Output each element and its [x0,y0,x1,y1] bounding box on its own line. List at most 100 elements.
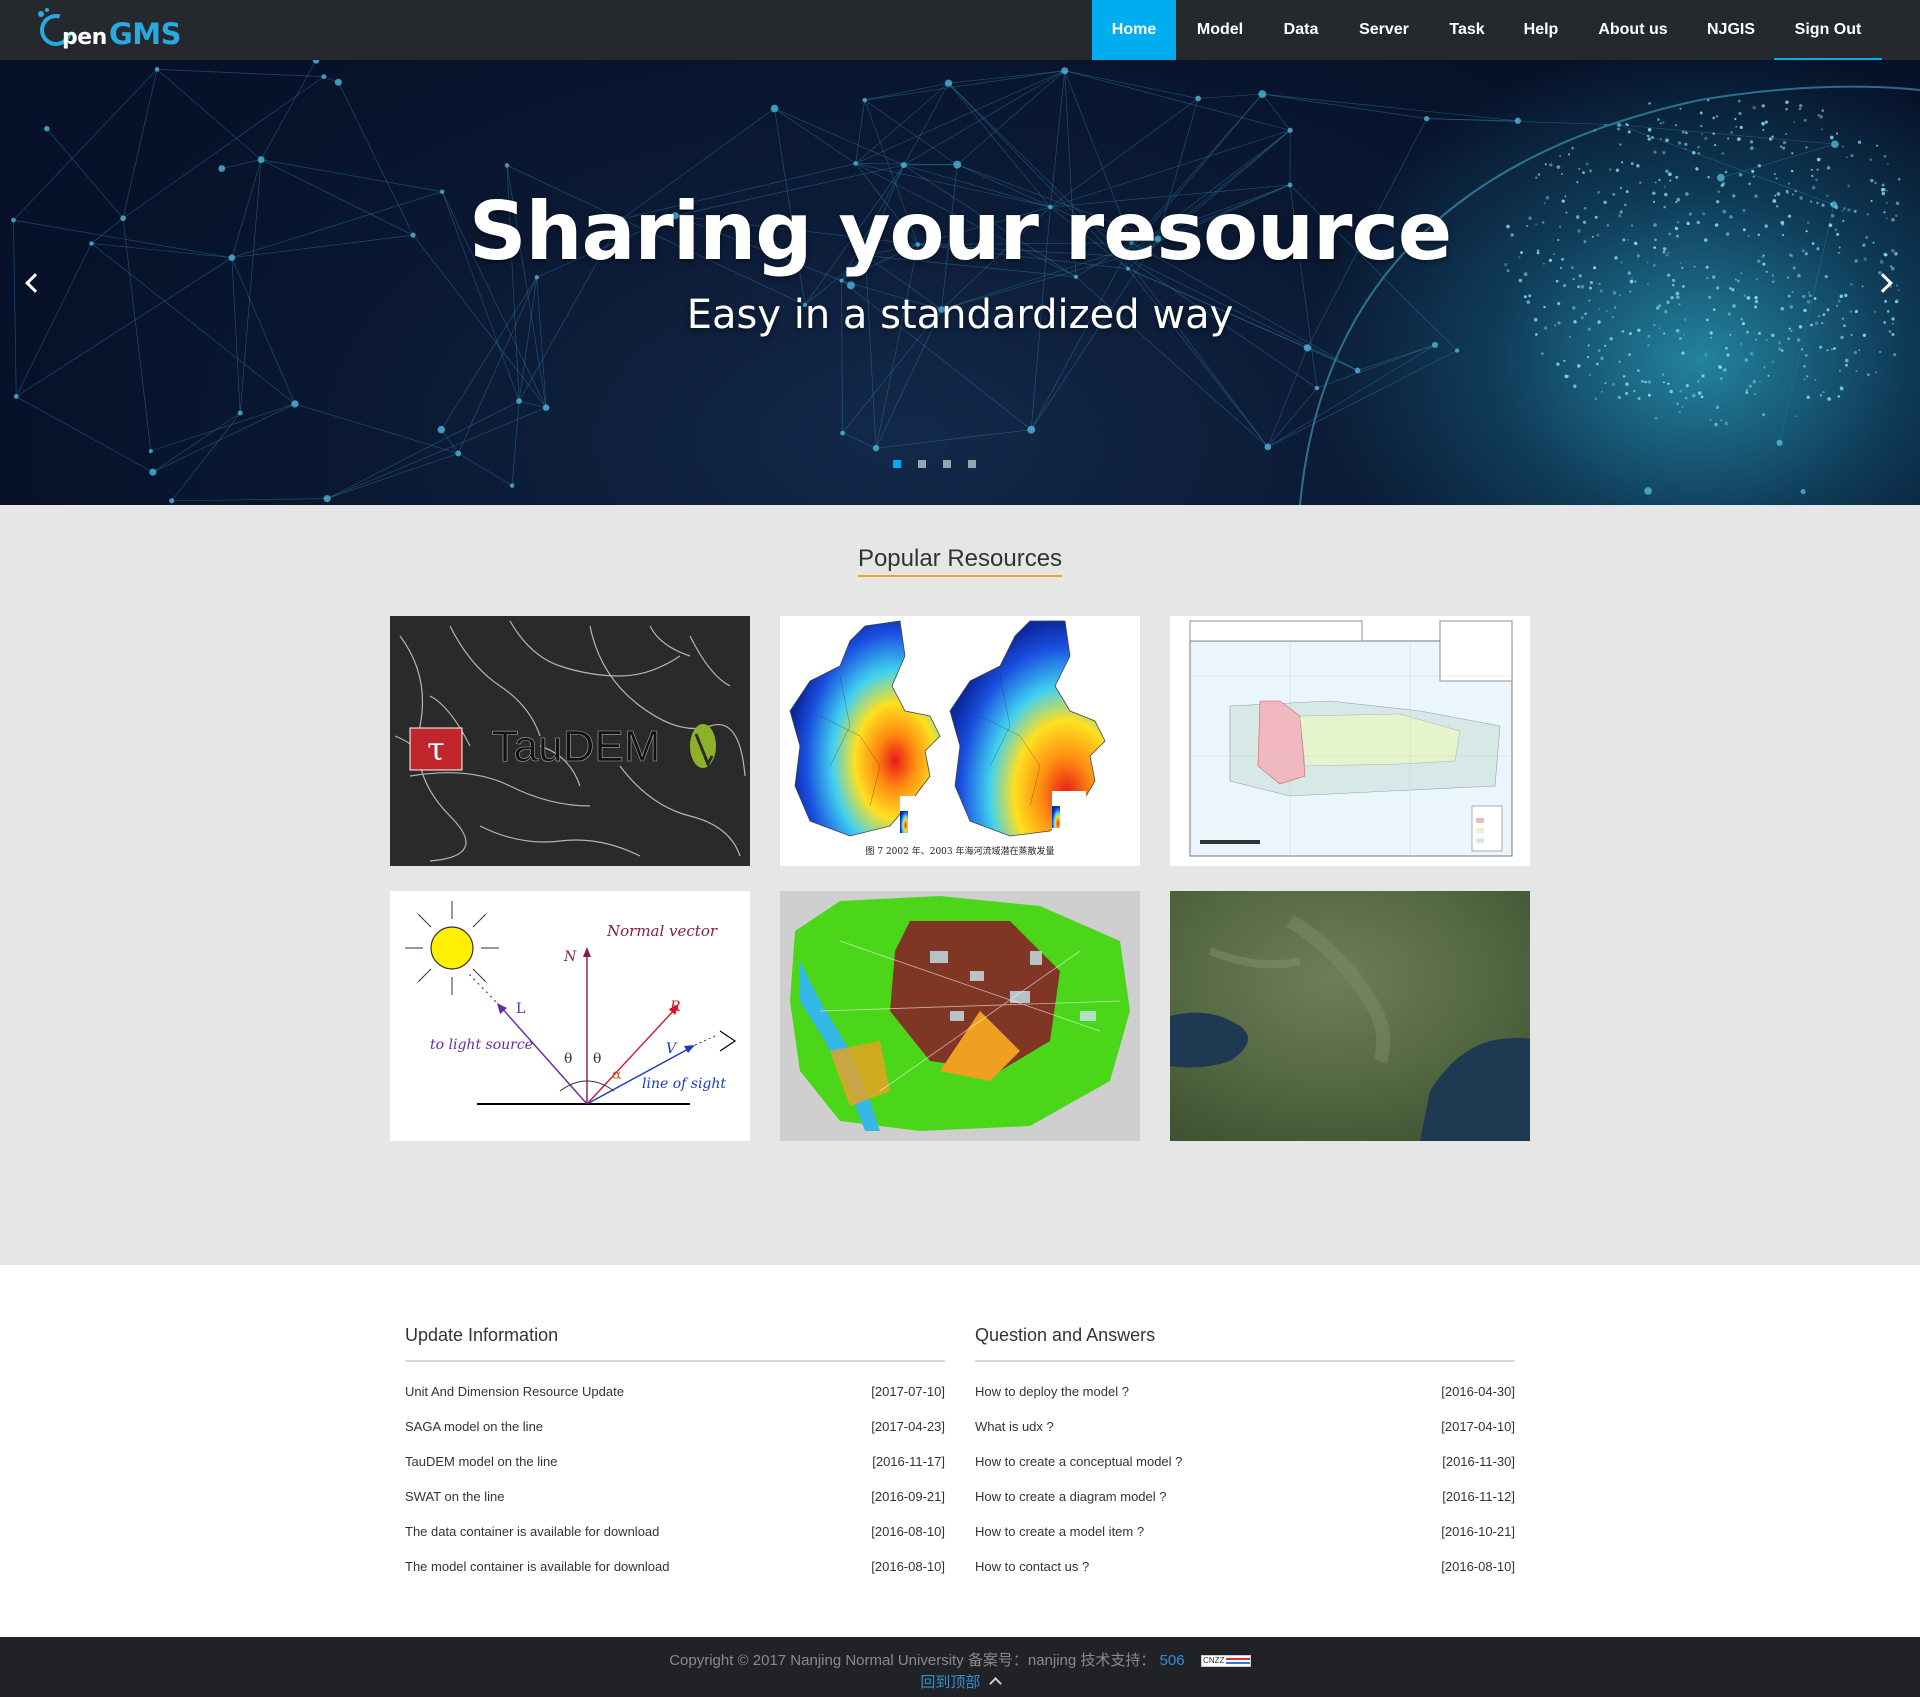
question-answers-title: Question and Answers [975,1325,1156,1345]
network-node [1454,348,1460,353]
svg-text:τ: τ [427,730,445,768]
continent-light [1647,380,1652,384]
list-item[interactable]: SWAT on the line [2016-09-21] [405,1489,945,1509]
continent-light [1587,344,1590,347]
list-item[interactable]: The model container is available for dow… [405,1559,945,1579]
continent-light [1752,379,1757,384]
network-line [171,498,328,502]
list-item[interactable]: How to deploy the model ? [2016-04-30] [975,1384,1515,1404]
nav-data[interactable]: Data [1264,0,1338,60]
list-item[interactable]: How to contact us ? [2016-08-10] [975,1559,1515,1579]
network-node [437,425,446,434]
list-item[interactable]: Unit And Dimension Resource Update [2017-… [405,1384,945,1404]
continent-light [1816,168,1819,171]
continent-light [1833,347,1836,350]
question-date: [2016-08-10] [1441,1559,1515,1574]
continent-light [1684,131,1688,135]
continent-light [1752,105,1757,110]
continent-light [1757,163,1762,168]
support-number[interactable]: 506 [1160,1652,1185,1669]
nav-server[interactable]: Server [1338,0,1430,60]
svg-text:line of sight: line of sight [642,1076,726,1092]
carousel-next-arrow[interactable] [1870,256,1910,316]
continent-light [1701,132,1704,135]
continent-light [1727,137,1730,140]
svg-text:α: α [612,1067,622,1083]
temperature-maps-thumbnail: 图 7 2002 年、2003 年海河流域潜在蒸散发量 [780,616,1140,866]
network-node [154,67,160,72]
network-node [839,278,844,283]
network-line [855,82,949,164]
resource-card-land-use-map[interactable] [780,891,1140,1141]
network-node [1287,127,1293,133]
continent-light [1762,413,1766,417]
continent-light [1815,178,1819,182]
continent-light [1671,278,1676,283]
resource-card-protected-area-map[interactable] [1170,616,1530,866]
list-item[interactable]: How to create a conceptual model ? [2016-… [975,1454,1515,1474]
nav-home[interactable]: Home [1092,0,1176,60]
svg-text:L: L [516,1001,525,1017]
nav-about-us[interactable]: About us [1578,0,1688,60]
hero-carousel: Sharing your resource Easy in a standard… [0,60,1920,505]
network-node [257,156,265,164]
cnzz-stats-badge[interactable]: CNZZ [1200,1655,1251,1668]
continent-light [1684,396,1688,400]
carousel-prev-arrow[interactable] [10,256,50,316]
continent-light [1738,111,1742,116]
list-item[interactable]: What is udx ? [2017-04-10] [975,1419,1515,1439]
continent-light [1615,168,1620,172]
svg-text:图 7 2002 年、2003 年海河流域潜在蒸散发量: 图 7 2002 年、2003 年海河流域潜在蒸散发量 [866,845,1055,857]
continent-light [1637,369,1640,372]
list-item[interactable]: TauDEM model on the line [2016-11-17] [405,1454,945,1474]
network-line [294,403,459,454]
continent-light [1518,278,1523,283]
continent-light [1735,125,1738,128]
opengms-logo[interactable]: pen GMS [34,8,198,52]
nav-sign-out[interactable]: Sign Out [1774,0,1882,60]
list-item[interactable]: How to create a model item ? [2016-10-21] [975,1524,1515,1544]
continent-light [1617,127,1621,131]
continent-light [1646,134,1650,138]
continent-light [1659,122,1662,125]
continent-light [1869,158,1872,161]
resource-card-reflection-diagram[interactable]: Normal vector N L R V to light source li… [390,891,750,1141]
list-item[interactable]: SAGA model on the line [2017-04-23] [405,1419,945,1439]
continent-light [1870,179,1874,183]
list-item[interactable]: How to create a diagram model ? [2016-11-… [975,1489,1515,1509]
continent-light [1714,144,1717,147]
nav-njgis[interactable]: NJGIS [1688,0,1774,60]
nav-task[interactable]: Task [1430,0,1504,60]
continent-light [1630,162,1634,165]
svg-text:N: N [563,949,577,965]
continent-light [1879,350,1882,354]
carousel-dot-1[interactable] [893,460,901,468]
network-node [1514,117,1522,124]
continent-light [1577,285,1580,289]
back-to-top-link[interactable]: 回到顶部 [0,1671,1920,1692]
question-date: [2016-11-30] [1442,1454,1515,1469]
question-date: [2017-04-10] [1441,1419,1515,1434]
continent-light [1611,382,1616,387]
continent-light [1753,392,1756,395]
continent-light [1829,135,1834,140]
carousel-dot-4[interactable] [968,460,976,468]
continent-light [1798,107,1802,111]
continent-light [1794,415,1797,418]
nav-help[interactable]: Help [1504,0,1578,60]
list-item[interactable]: The data container is available for down… [405,1524,945,1544]
continent-light [1785,107,1788,111]
question-title: How to create a diagram model ? [975,1489,1167,1504]
resource-card-satellite-image[interactable] [1170,891,1530,1141]
nav-model[interactable]: Model [1176,0,1264,60]
update-date: [2017-04-23] [871,1419,945,1434]
continent-light [1745,391,1749,395]
network-node [455,450,462,457]
resource-card-temperature-maps[interactable]: 图 7 2002 年、2003 年海河流域潜在蒸散发量 [780,616,1140,866]
continent-light [1729,287,1732,290]
question-date: [2016-11-12] [1442,1489,1515,1504]
carousel-dot-3[interactable] [943,460,951,468]
carousel-dot-2[interactable] [918,460,926,468]
continent-light [1886,162,1889,166]
resource-card-taudem[interactable]: τ TauDEM [390,616,750,866]
